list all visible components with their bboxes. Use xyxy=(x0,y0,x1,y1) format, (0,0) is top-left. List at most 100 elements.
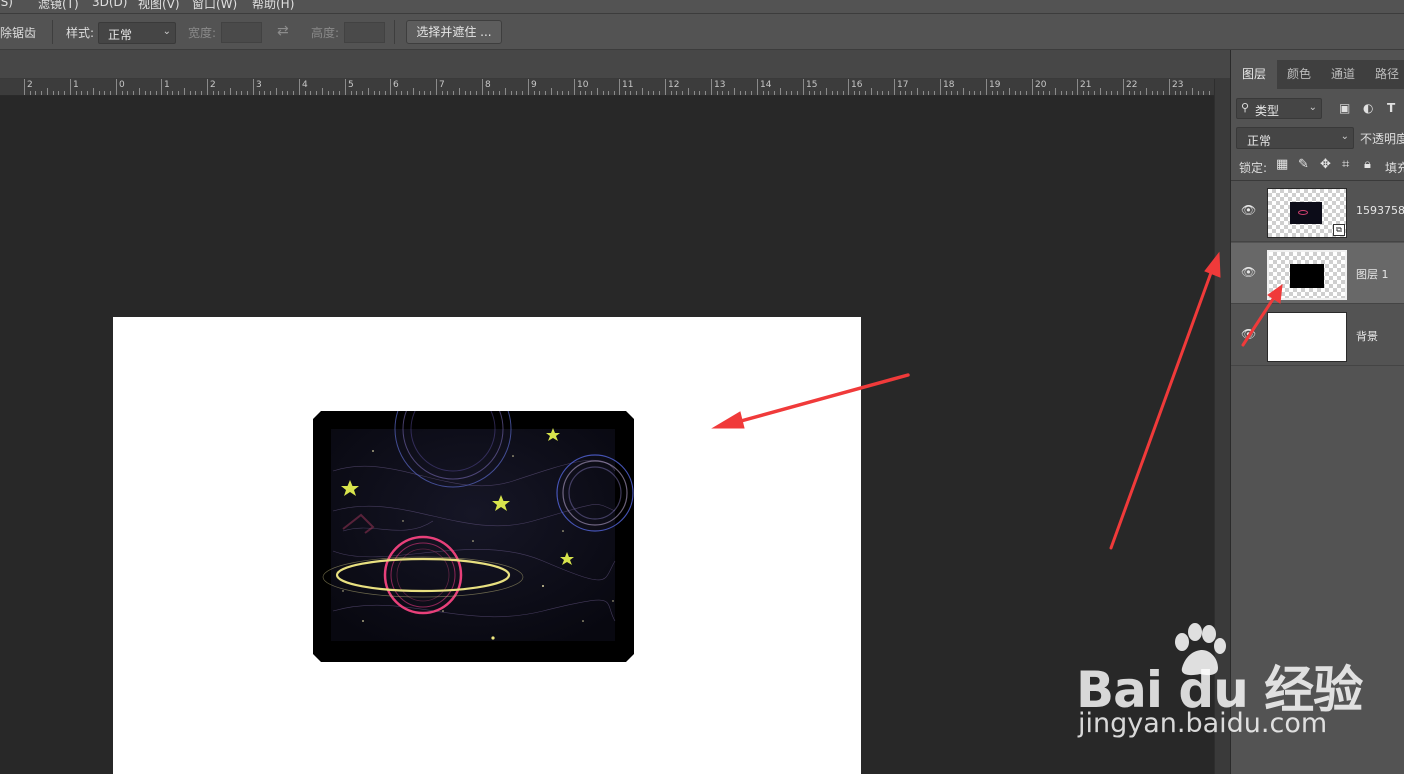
ruler-label: 23 xyxy=(1172,80,1184,90)
ruler-minor-tick xyxy=(81,91,82,95)
lock-transparent-icon[interactable]: ▦ xyxy=(1276,157,1288,172)
ruler-minor-tick xyxy=(1134,91,1135,95)
ruler-minor-tick xyxy=(1157,91,1158,95)
ruler-major-tick xyxy=(436,79,437,95)
ruler-label: 16 xyxy=(851,80,863,90)
ruler-minor-tick xyxy=(545,91,546,95)
search-icon: ⚲ xyxy=(1241,101,1250,114)
ruler-minor-tick xyxy=(865,91,866,95)
layer-row[interactable]: 👁︎ 图层 1 xyxy=(1231,243,1404,304)
ruler-minor-tick xyxy=(877,91,878,95)
ruler-minor-tick xyxy=(911,91,912,95)
ruler-minor-tick xyxy=(614,91,615,95)
ruler-minor-tick xyxy=(832,91,833,95)
layer-row[interactable]: 👁︎ 背景 xyxy=(1231,305,1404,366)
ruler-label: 12 xyxy=(668,80,680,90)
ruler-minor-tick xyxy=(396,91,397,95)
space-thumbnail-content xyxy=(1290,202,1322,224)
ruler-label: 15 xyxy=(806,80,818,90)
ruler-label: 9 xyxy=(531,80,537,90)
ruler-minor-tick xyxy=(1072,91,1073,95)
layer-row[interactable]: 👁︎ ⧉ 15937584 xyxy=(1231,181,1404,242)
adjustment-filter-icon[interactable]: ◐ xyxy=(1363,101,1373,115)
menu-item-filter[interactable]: 滤镜(T) xyxy=(38,0,79,12)
ruler-minor-tick xyxy=(41,91,42,95)
image-filter-icon[interactable]: ▣ xyxy=(1339,101,1350,115)
ruler-minor-tick xyxy=(190,91,191,95)
canvas-area[interactable] xyxy=(0,97,1214,774)
ruler-minor-tick xyxy=(969,91,970,95)
visibility-eye-icon[interactable]: 👁︎ xyxy=(1241,203,1256,217)
ruler-label: 17 xyxy=(897,80,909,90)
antialias-checkbox-label[interactable]: 除锯齿 xyxy=(0,24,36,41)
black-rect-thumbnail-content xyxy=(1290,264,1324,288)
tab-color[interactable]: 颜色 xyxy=(1277,60,1321,89)
ruler-minor-tick xyxy=(992,91,993,95)
watermark-url: jingyan.baidu.com xyxy=(1078,708,1328,739)
ruler-minor-tick xyxy=(374,91,375,95)
ruler-minor-tick xyxy=(1146,88,1147,95)
ruler-minor-tick xyxy=(287,91,288,95)
ruler-minor-tick xyxy=(145,91,146,95)
tab-channels[interactable]: 通道 xyxy=(1321,60,1365,89)
ruler-label: 21 xyxy=(1080,80,1092,90)
ruler-minor-tick xyxy=(562,91,563,95)
tab-paths[interactable]: 路径 xyxy=(1365,60,1404,89)
lock-move-icon[interactable]: ✥ xyxy=(1320,157,1331,172)
ruler-minor-tick xyxy=(946,91,947,95)
tab-layers[interactable]: 图层 xyxy=(1231,60,1277,89)
ruler-major-tick xyxy=(161,79,162,95)
menu-item-help[interactable]: 帮助(H) xyxy=(252,0,294,12)
ruler-minor-tick xyxy=(1061,91,1062,95)
ruler-minor-tick xyxy=(1106,91,1107,95)
ruler-minor-tick xyxy=(195,91,196,95)
ruler-minor-tick xyxy=(213,91,214,95)
menu-item-view[interactable]: 视图(V) xyxy=(138,0,180,12)
ruler-major-tick xyxy=(1123,79,1124,95)
ruler-minor-tick xyxy=(499,91,500,95)
ruler-minor-tick xyxy=(201,91,202,95)
height-input[interactable] xyxy=(344,22,385,43)
lock-paint-icon[interactable]: ✎ xyxy=(1298,157,1309,172)
visibility-eye-icon[interactable]: 👁︎ xyxy=(1241,327,1256,341)
ruler-minor-tick xyxy=(99,91,100,95)
lock-all-icon[interactable]: 🔒︎ xyxy=(1364,157,1371,172)
ruler-minor-tick xyxy=(1209,91,1210,95)
ruler-label: 1 xyxy=(164,80,170,90)
ruler-minor-tick xyxy=(1066,91,1067,95)
ruler-minor-tick xyxy=(539,91,540,95)
width-input[interactable] xyxy=(221,22,262,43)
layer-filter-dropdown[interactable]: ⚲ 类型 ⌄ xyxy=(1236,98,1322,119)
ruler-major-tick xyxy=(24,79,25,95)
ruler-minor-tick xyxy=(745,91,746,95)
visibility-eye-icon[interactable]: 👁︎ xyxy=(1241,265,1256,279)
type-filter-icon[interactable]: T xyxy=(1387,101,1395,115)
horizontal-ruler[interactable]: 2 1 0 1 2 3 4 5 6 7 8 9 10 11 12 13 14 15 16 17 18 19 20 21 22 23 xyxy=(0,79,1214,96)
ruler-minor-tick xyxy=(419,91,420,95)
blend-mode-dropdown[interactable]: 正常 ⌄ xyxy=(1236,127,1354,149)
swap-icon[interactable]: ⇄ xyxy=(277,23,289,39)
divider xyxy=(52,20,53,44)
ruler-major-tick xyxy=(70,79,71,95)
ruler-minor-tick xyxy=(1186,91,1187,95)
artboard-icon[interactable]: ⌗ xyxy=(1342,157,1349,172)
ruler-label: 14 xyxy=(760,80,772,90)
ruler-minor-tick xyxy=(104,91,105,95)
ruler-minor-tick xyxy=(809,91,810,95)
menu-item-select[interactable]: (S) xyxy=(0,0,13,9)
style-dropdown[interactable]: 正常 ⌄ xyxy=(98,22,176,44)
ruler-minor-tick xyxy=(648,91,649,95)
ruler-minor-tick xyxy=(917,88,918,95)
ruler-minor-tick xyxy=(1180,91,1181,95)
menu-item-3d[interactable]: 3D(D) xyxy=(92,0,127,9)
layer-name[interactable]: 15937584 xyxy=(1356,204,1404,217)
menu-item-window[interactable]: 窗口(W) xyxy=(192,0,237,12)
layer-name[interactable]: 背景 xyxy=(1356,328,1378,344)
options-bar: 除锯齿 样式: 正常 ⌄ 宽度: ⇄ 高度: 选择并遮住 ... xyxy=(0,13,1404,50)
ruler-minor-tick xyxy=(722,91,723,95)
ruler-minor-tick xyxy=(1192,88,1193,95)
select-and-mask-button[interactable]: 选择并遮住 ... xyxy=(406,20,502,44)
layer-name[interactable]: 图层 1 xyxy=(1356,266,1389,282)
document-canvas[interactable] xyxy=(113,317,861,774)
space-picture[interactable] xyxy=(313,411,634,662)
